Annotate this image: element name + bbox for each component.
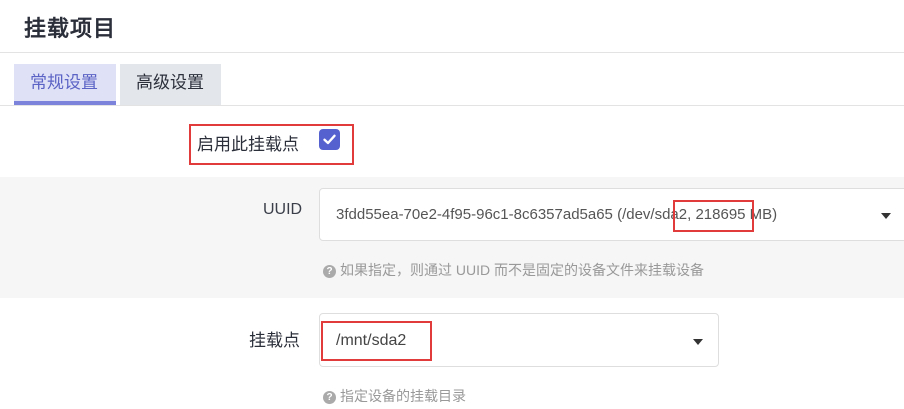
enable-checkbox[interactable]: [319, 129, 340, 150]
question-circle-icon: ?: [323, 265, 336, 278]
enable-label: 启用此挂载点: [197, 135, 299, 154]
check-icon: [323, 134, 336, 145]
highlight-box-device-path: [673, 200, 754, 232]
uuid-select[interactable]: 3fdd55ea-70e2-4f95-96c1-8c6357ad5a65 (/d…: [319, 188, 904, 241]
mount-point-select[interactable]: /mnt/sda2: [319, 313, 719, 367]
uuid-row: UUID 3fdd55ea-70e2-4f95-96c1-8c6357ad5a6…: [0, 177, 904, 298]
question-circle-icon: ?: [323, 391, 336, 404]
tab-bar: 常规设置 高级设置: [0, 53, 904, 106]
enable-row: 启用此挂载点: [0, 106, 904, 177]
mount-help-label: 指定设备的挂载目录: [340, 388, 466, 404]
uuid-help-label: 如果指定，则通过 UUID 而不是固定的设备文件来挂载设备: [340, 262, 704, 278]
caret-down-icon: [881, 213, 891, 219]
page-title: 挂载项目: [24, 16, 117, 41]
caret-down-icon: [693, 339, 703, 345]
mount-help-text: ? 指定设备的挂载目录: [323, 386, 466, 406]
mount-row: 挂载点 /mnt/sda2 ? 指定设备的挂载目录: [0, 298, 904, 409]
tab-advanced-settings[interactable]: 高级设置: [120, 64, 221, 105]
header: 挂载项目: [0, 0, 904, 53]
uuid-value-prefix: 3fdd55ea-70e2-4f95-96c1-8c6357ad5a65 (: [336, 206, 623, 223]
uuid-label: UUID: [263, 201, 303, 218]
mount-point-value: /mnt/sda2: [336, 332, 407, 349]
uuid-help-text: ? 如果指定，则通过 UUID 而不是固定的设备文件来挂载设备: [323, 260, 704, 280]
mount-label: 挂载点: [249, 331, 300, 350]
tab-general-settings[interactable]: 常规设置: [14, 64, 116, 105]
